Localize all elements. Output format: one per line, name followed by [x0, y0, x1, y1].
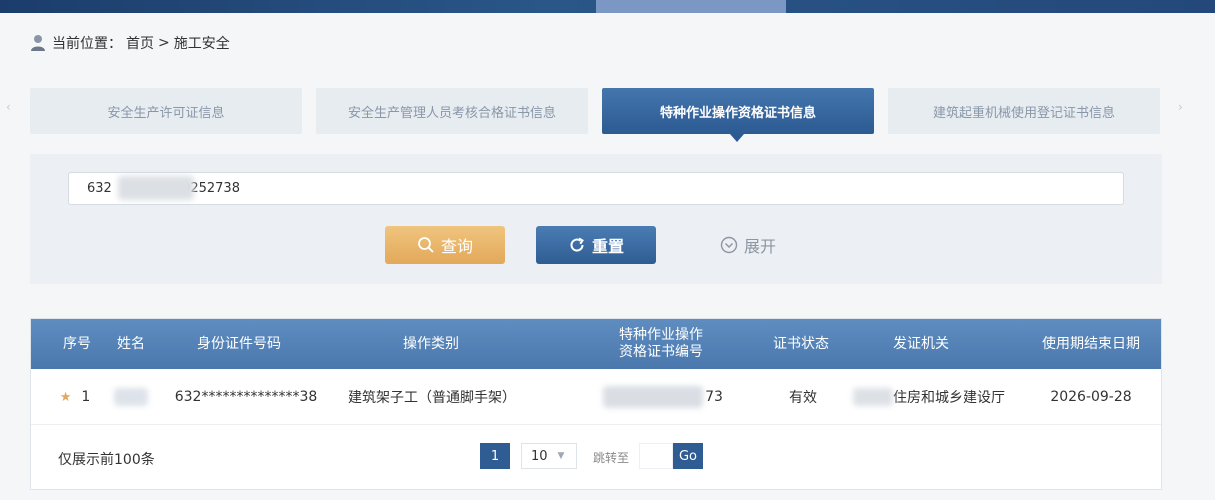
tab-label: 建筑起重机械使用登记证书信息 — [932, 105, 1115, 121]
refresh-icon — [570, 237, 584, 252]
header-status: 证书状态 — [773, 335, 829, 352]
active-tab-pointer — [730, 134, 744, 142]
breadcrumb-current: 施工安全 — [173, 36, 230, 52]
cert-number-redaction — [603, 386, 704, 408]
tab-safety-production-license[interactable]: 安全生产许可证信息 — [30, 88, 302, 134]
go-button[interactable]: Go — [673, 443, 703, 469]
tab-crane-registration-certificate[interactable]: 建筑起重机械使用登记证书信息 — [888, 88, 1160, 134]
header-index: 序号 — [63, 335, 91, 352]
search-input-redaction — [118, 176, 194, 200]
tab-safety-manager-certificate[interactable]: 安全生产管理人员考核合格证书信息 — [316, 88, 588, 134]
header-name: 姓名 — [117, 335, 145, 352]
breadcrumb: 当前位置： 首页 > 施工安全 — [30, 32, 234, 54]
cell-cert-number: 73 — [597, 369, 729, 425]
page-size-select[interactable]: 10 ▼ — [521, 443, 577, 469]
header-cert-number-line2: 资格证书编号 — [619, 344, 703, 360]
user-icon — [31, 35, 45, 51]
chevron-left-icon[interactable]: ‹ — [6, 100, 11, 114]
query-button-label: 查询 — [440, 237, 473, 256]
search-input[interactable] — [68, 172, 1124, 205]
expand-button[interactable]: 展开 — [686, 226, 810, 264]
tab-label: 特种作业操作资格证书信息 — [659, 105, 816, 121]
table-row[interactable]: ★ 1 632**************38 建筑架子工（普通脚手架） 73 … — [31, 369, 1161, 425]
tab-label: 安全生产许可证信息 — [107, 105, 225, 121]
reset-button-label: 重置 — [591, 237, 624, 256]
cell-issuer: 住房和城乡建设厅 — [839, 369, 1019, 425]
breadcrumb-separator: > — [158, 35, 170, 51]
chevron-down-circle-icon — [720, 236, 738, 254]
row-index: 1 — [81, 389, 91, 405]
cell-index: ★ 1 — [51, 369, 99, 425]
header-category: 操作类别 — [403, 335, 459, 352]
cell-name — [105, 369, 157, 425]
jump-page-input[interactable] — [639, 443, 673, 469]
cell-end-date: 2026-09-28 — [1050, 389, 1132, 405]
cell-id-number: 632**************38 — [174, 389, 318, 405]
pagination-page-1[interactable]: 1 — [480, 443, 510, 469]
top-nav-active-segment[interactable] — [596, 0, 786, 13]
cell-category: 建筑架子工（普通脚手架） — [348, 390, 516, 406]
result-limit-note: 仅展示前100条 — [58, 452, 155, 468]
cell-status: 有效 — [789, 390, 817, 406]
caret-down-icon: ▼ — [557, 451, 565, 461]
breadcrumb-prefix: 当前位置： — [52, 36, 122, 52]
tab-label: 安全生产管理人员考核合格证书信息 — [347, 105, 556, 121]
header-end-date: 使用期结束日期 — [1042, 335, 1140, 352]
header-id-number: 身份证件号码 — [197, 335, 281, 352]
top-nav-strip — [0, 0, 1215, 13]
header-cert-number: 特种作业操作 资格证书编号 — [591, 319, 731, 369]
jump-to-label: 跳转至 — [593, 451, 630, 465]
header-cert-number-line1: 特种作业操作 — [619, 327, 703, 343]
expand-button-label: 展开 — [743, 237, 776, 256]
search-icon — [418, 237, 434, 253]
issuer-redaction — [853, 388, 893, 406]
tab-special-operation-certificate[interactable]: 特种作业操作资格证书信息 — [602, 88, 874, 142]
chevron-right-icon[interactable]: › — [1178, 100, 1183, 114]
issuer-suffix: 住房和城乡建设厅 — [893, 390, 1005, 406]
table-header: 序号 姓名 身份证件号码 操作类别 特种作业操作 资格证书编号 证书状态 发证机… — [31, 319, 1161, 369]
name-redaction — [114, 388, 148, 406]
page-size-value: 10 — [531, 448, 548, 464]
breadcrumb-home-link[interactable]: 首页 — [126, 33, 154, 53]
star-icon[interactable]: ★ — [60, 390, 72, 405]
search-panel: 查询 重置 展开 — [30, 154, 1162, 284]
reset-button[interactable]: 重置 — [536, 226, 656, 264]
query-button[interactable]: 查询 — [385, 226, 505, 264]
results-table: 序号 姓名 身份证件号码 操作类别 特种作业操作 资格证书编号 证书状态 发证机… — [30, 318, 1162, 490]
header-issuer: 发证机关 — [893, 335, 949, 352]
cert-number-suffix: 73 — [705, 389, 723, 405]
